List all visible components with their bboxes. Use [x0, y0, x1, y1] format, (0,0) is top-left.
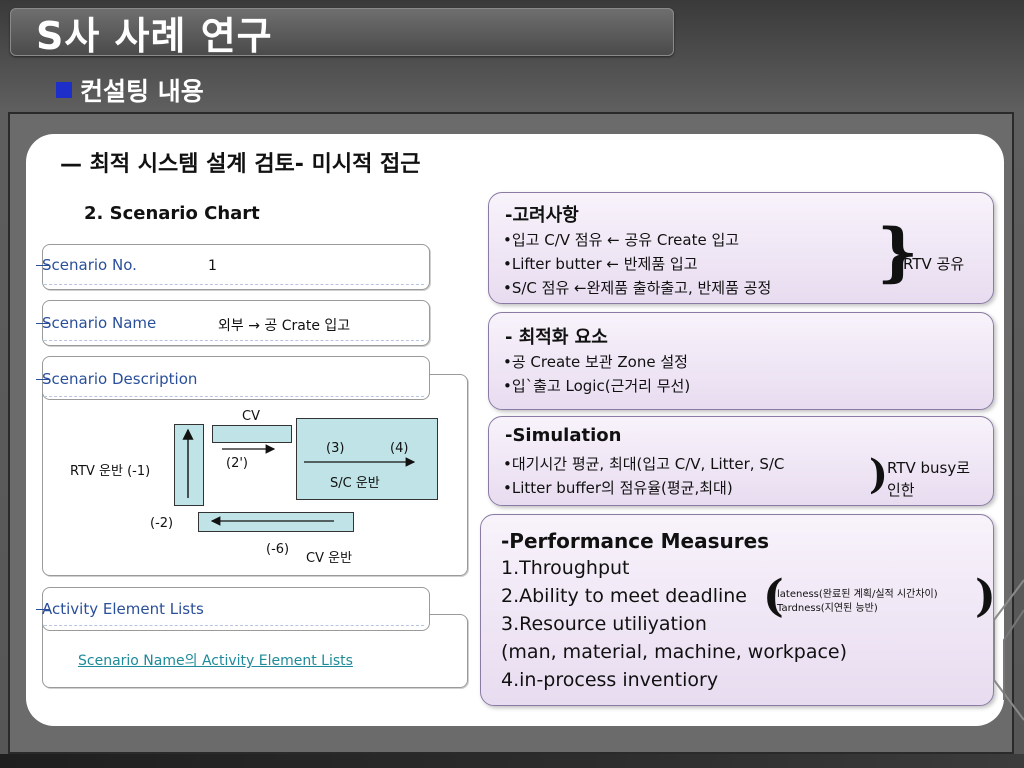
performance-item: 3.Resource utiliyation: [501, 613, 707, 635]
performance-item: 2.Ability to meet deadline: [501, 585, 747, 607]
optimization-item: •공 Create 보관 Zone 설정: [503, 353, 688, 371]
optimization-item: •입`출고 Logic(근거리 무선): [503, 377, 691, 395]
considerations-item: •입고 C/V 점유 ← 공유 Create 입고: [503, 231, 740, 249]
simulation-item: •Litter buffer의 점유율(평균,최대): [503, 479, 733, 497]
simulation-note: 인한: [887, 481, 915, 499]
optimization-title: - 최적화 요소: [505, 327, 608, 348]
simulation-note: RTV busy로: [887, 459, 971, 477]
considerations-item: •Lifter butter ← 반제품 입고: [503, 255, 698, 273]
performance-item: 1.Throughput: [501, 557, 630, 579]
decorative-lines: [993, 579, 1024, 721]
considerations-box: -고려사항 •입고 C/V 점유 ← 공유 Create 입고 •Lifter …: [488, 192, 994, 304]
performance-title: -Performance Measures: [501, 529, 770, 553]
divider: [44, 625, 424, 626]
activity-link[interactable]: Scenario Name의 Activity Element Lists: [78, 650, 353, 670]
performance-note: lateness(완료된 계획/실적 시간차이): [777, 589, 938, 600]
performance-item: (man, material, machine, workpace): [501, 641, 848, 663]
simulation-title: -Simulation: [505, 425, 622, 446]
performance-box: -Performance Measures 1.Throughput 2.Abi…: [480, 514, 996, 706]
activity-label: Activity Element Lists: [36, 600, 204, 618]
performance-note: Tardness(지연된 능반): [777, 603, 878, 614]
simulation-item: •대기시간 평균, 최대(입고 C/V, Litter, S/C: [503, 455, 785, 473]
right-paren-icon: ): [869, 451, 888, 498]
considerations-note: RTV 공유: [903, 255, 965, 273]
considerations-title: -고려사항: [505, 205, 579, 226]
simulation-box: -Simulation •대기시간 평균, 최대(입고 C/V, Litter,…: [488, 416, 994, 506]
bottom-strip: [0, 754, 1024, 768]
considerations-item: •S/C 점유 ←완제품 출하출고, 반제품 공정: [503, 279, 772, 297]
optimization-box: - 최적화 요소 •공 Create 보관 Zone 설정 •입`출고 Logi…: [488, 312, 994, 410]
performance-item: 4.in-process inventiory: [501, 669, 719, 691]
